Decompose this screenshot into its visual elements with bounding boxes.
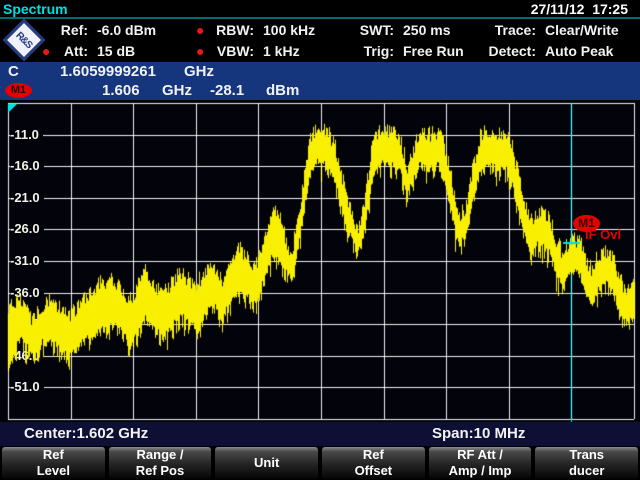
settings-col-trace: Trace: Clear/Write Detect: Auto Peak bbox=[462, 19, 619, 61]
setting-value: Clear/Write bbox=[545, 22, 619, 38]
manual-setting-bullet-icon: ● bbox=[196, 22, 208, 38]
marker-level-unit: dBm bbox=[266, 82, 299, 99]
setting-value: Free Run bbox=[403, 43, 464, 59]
setting-value: 15 dB bbox=[97, 43, 135, 59]
marker-frequency-unit: GHz bbox=[162, 82, 192, 99]
marker-bar: C 1.6059999261 GHz M1 1.606 GHz -28.1 dB… bbox=[0, 62, 640, 100]
rs-logo: R&S bbox=[3, 19, 45, 61]
channel-frequency-unit: GHz bbox=[184, 63, 214, 80]
graticule-area: IF Ovl M1 -11.0-16.0-21.0-26.0-31.0-36.0… bbox=[0, 100, 640, 422]
marker-level: -28.1 bbox=[210, 82, 244, 99]
channel-label: C bbox=[8, 63, 19, 80]
setting-value: 1 kHz bbox=[263, 43, 300, 59]
settings-col-sweep: SWT: 250 ms Trig: Free Run bbox=[340, 19, 464, 61]
frequency-footer: Center:1.602 GHz Span:10 MHz bbox=[0, 422, 640, 446]
spectrum-analyzer-screen: Spectrum 27/11/12 17:25 R&S Ref: -6.0 dBm… bbox=[0, 0, 640, 480]
softkey-label-line2: Level bbox=[37, 463, 70, 479]
softkey-label-line2: Offset bbox=[355, 463, 393, 479]
softkey-rf-att-amp-imp[interactable]: RF Att /Amp / Imp bbox=[429, 447, 532, 479]
setting-label: Ref: bbox=[54, 22, 88, 38]
trace-start-triangle-icon bbox=[8, 104, 17, 113]
marker-m1-badge-icon: M1 bbox=[573, 215, 600, 232]
setting-label: RBW: bbox=[208, 22, 254, 38]
setting-value: -6.0 dBm bbox=[97, 22, 156, 38]
trace-canvas bbox=[0, 100, 640, 422]
setting-rbw: ●RBW: 100 kHz bbox=[196, 19, 315, 40]
setting-detect: Detect: Auto Peak bbox=[462, 40, 619, 61]
settings-header: R&S Ref:-6.0 dBm●Att:15 dB ●RBW:100 kHz●… bbox=[0, 19, 640, 62]
softkey-bar: RefLevelRange /Ref PosUnitRefOffsetRF At… bbox=[0, 446, 640, 480]
manual-setting-bullet-icon: ● bbox=[196, 43, 208, 59]
setting-vbw: ●VBW: 1 kHz bbox=[196, 40, 315, 61]
setting-label: Att: bbox=[54, 43, 88, 59]
setting-value: 250 ms bbox=[403, 22, 450, 38]
setting-value: Auto Peak bbox=[545, 43, 613, 59]
softkey-label-line1: Range / bbox=[137, 447, 184, 463]
softkey-label-line2: ducer bbox=[569, 463, 604, 479]
setting-trig: Trig: Free Run bbox=[340, 40, 464, 61]
marker-frequency: 1.606 bbox=[102, 82, 140, 99]
softkey-label-line1: Unit bbox=[254, 455, 279, 471]
softkey-label-line1: Trans bbox=[569, 447, 604, 463]
setting-att: ●Att: 15 dB bbox=[42, 40, 156, 61]
mode-title: Spectrum bbox=[3, 1, 68, 17]
setting-trace: Trace: Clear/Write bbox=[462, 19, 619, 40]
setting-label: Trace: bbox=[474, 22, 536, 38]
softkey-range-ref-pos[interactable]: Range /Ref Pos bbox=[109, 447, 212, 479]
softkey-ref-level[interactable]: RefLevel bbox=[2, 447, 105, 479]
setting-ref: Ref: -6.0 dBm bbox=[42, 19, 156, 40]
softkey-label-line1: Ref bbox=[43, 447, 64, 463]
setting-swt: SWT: 250 ms bbox=[340, 19, 464, 40]
title-bar: Spectrum 27/11/12 17:25 bbox=[0, 0, 640, 19]
marker-badge: M1 bbox=[5, 83, 32, 98]
softkey-transducer[interactable]: Transducer bbox=[535, 447, 638, 479]
channel-frequency: 1.6059999261 bbox=[60, 63, 156, 80]
setting-label: SWT: bbox=[352, 22, 394, 38]
setting-value: 100 kHz bbox=[263, 22, 315, 38]
setting-label: Detect: bbox=[474, 43, 536, 59]
softkey-ref-offset[interactable]: RefOffset bbox=[322, 447, 425, 479]
softkey-label-line2: Amp / Imp bbox=[449, 463, 512, 479]
settings-col-bandwidth: ●RBW: 100 kHz ●VBW: 1 kHz bbox=[196, 19, 315, 61]
manual-setting-bullet-icon: ● bbox=[42, 43, 54, 59]
setting-label: Trig: bbox=[352, 43, 394, 59]
softkey-unit[interactable]: Unit bbox=[215, 447, 318, 479]
settings-col-amplitude: Ref: -6.0 dBm ●Att: 15 dB bbox=[42, 19, 156, 61]
softkey-label-line1: RF Att / bbox=[457, 447, 503, 463]
center-frequency: Center:1.602 GHz bbox=[24, 425, 148, 442]
softkey-label-line1: Ref bbox=[363, 447, 384, 463]
datetime: 27/11/12 17:25 bbox=[531, 1, 628, 17]
setting-label: VBW: bbox=[208, 43, 254, 59]
softkey-label-line2: Ref Pos bbox=[136, 463, 184, 479]
span-value: Span:10 MHz bbox=[432, 425, 525, 442]
